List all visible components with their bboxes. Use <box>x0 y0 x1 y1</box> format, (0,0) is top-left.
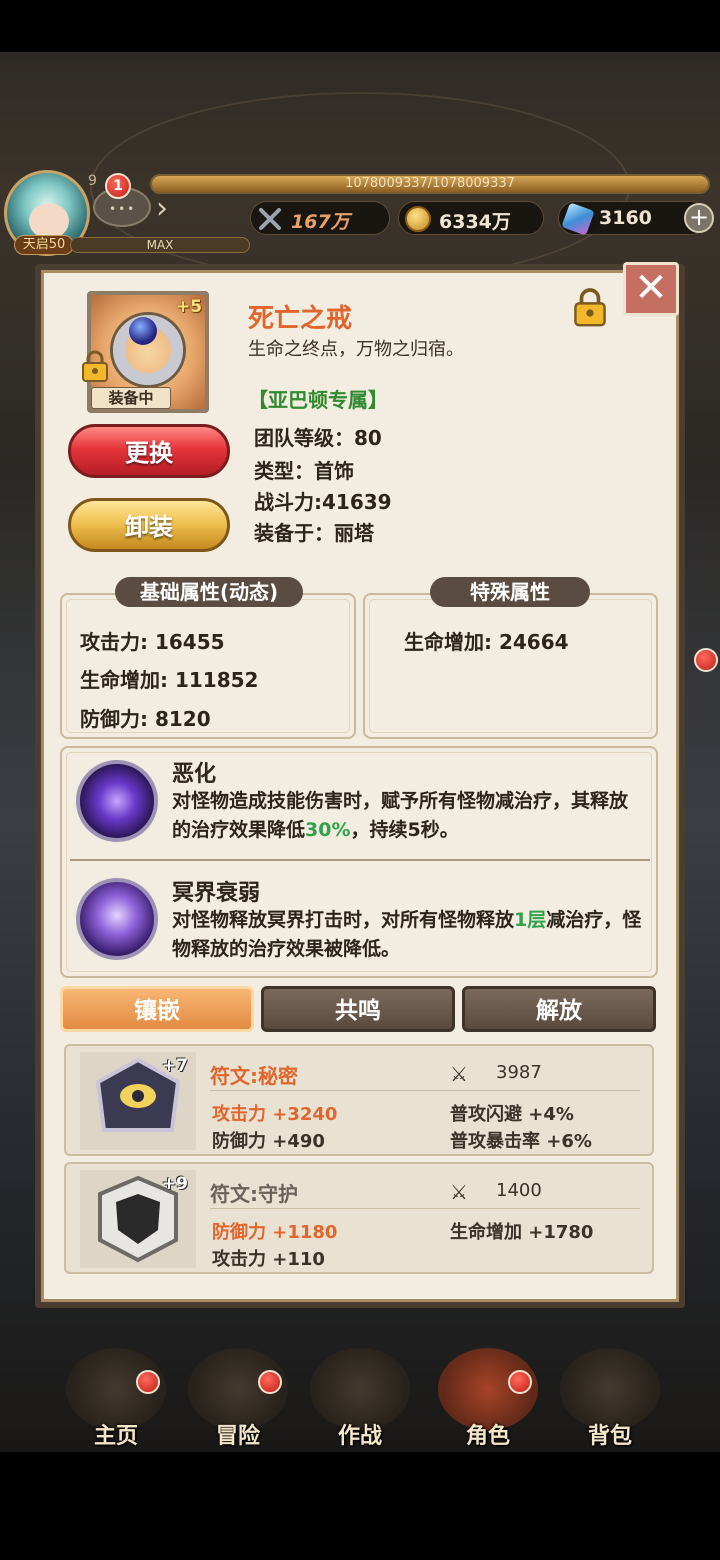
nav-home[interactable]: 主页 <box>56 1330 176 1452</box>
item-icon-frame: +5 装备中 <box>82 291 209 413</box>
vip-level: 9 <box>88 173 97 189</box>
exp-bar: 1078009337/1078009337 <box>150 174 710 194</box>
item-plus-level: +5 <box>176 297 203 317</box>
nav-label: 角色 <box>465 1424 510 1449</box>
rune-name: 符文:守护 <box>210 1182 298 1206</box>
nav-battle[interactable]: 作战 <box>300 1330 420 1452</box>
rune-power: 1400 <box>496 1180 542 1201</box>
notification-dot <box>136 1370 160 1394</box>
tab-resonance[interactable]: 共鸣 <box>261 986 455 1032</box>
rune-stat: 生命增加 +1780 <box>450 1222 594 1243</box>
rune-slot[interactable]: +9 符文:守护 ⚔ 1400 防御力 +1180 攻击力 +110 生命增加 … <box>64 1162 654 1274</box>
status-bar-area <box>0 0 720 52</box>
tab-liberate[interactable]: 解放 <box>462 986 656 1032</box>
combat-power-value: 167万 <box>291 211 350 233</box>
crossed-swords-icon: ⚔ <box>450 1062 468 1086</box>
stat-defense: 防御力: 8120 <box>80 707 211 731</box>
ring-gem-icon <box>129 317 157 345</box>
max-level-bar: MAX <box>70 237 250 253</box>
vortex-skill-icon <box>76 760 158 842</box>
add-gems-button[interactable]: + <box>684 203 714 233</box>
gold-value: 6334万 <box>439 211 511 233</box>
nav-label: 背包 <box>587 1424 632 1449</box>
skull-skill-icon <box>76 878 158 960</box>
skill-description: 对怪物释放冥界打击时，对所有怪物释放1层减治疗，怪物释放的治疗效果被降低。 <box>172 909 642 960</box>
rune-plus-level: +9 <box>161 1174 188 1194</box>
nav-adventure[interactable]: 冒险 <box>178 1330 298 1452</box>
top-hud: 天启50 9 1078009337/1078009337 ••• 1 › MAX… <box>0 165 720 265</box>
rune-plus-level: +7 <box>161 1056 188 1076</box>
skill-divider <box>70 859 650 861</box>
nav-label: 作战 <box>337 1424 382 1449</box>
crossed-swords-icon <box>257 206 283 232</box>
team-level: 团队等级：80 <box>254 426 382 450</box>
skill-name: 冥界衰弱 <box>172 881 261 906</box>
rune-stat: 防御力 +1180 <box>212 1222 338 1243</box>
rune-power: 3987 <box>496 1062 542 1083</box>
bottom-navigation: 主页 冒险 作战 角色 背包 <box>0 1330 720 1452</box>
tab-inlay[interactable]: 镶嵌 <box>60 986 254 1032</box>
lock-icon <box>81 350 109 382</box>
item-description: 生命之终点，万物之归宿。 <box>248 339 464 360</box>
diamond-gem-icon <box>561 202 595 236</box>
rune-icon-box: +9 <box>80 1170 196 1268</box>
game-screen: 天启50 9 1078009337/1078009337 ••• 1 › MAX… <box>0 0 720 1560</box>
item-combat-power: 战斗力:41639 <box>254 490 392 514</box>
max-label: MAX <box>146 238 174 252</box>
stat-hp: 生命增加: 111852 <box>80 668 259 692</box>
nav-bag[interactable]: 背包 <box>550 1330 670 1452</box>
rune-divider <box>210 1090 640 1091</box>
stat-attack: 攻击力: 16455 <box>80 630 225 654</box>
rune-divider <box>210 1208 640 1209</box>
special-stat-hp: 生命增加: 24664 <box>404 630 569 654</box>
rune-name: 符文:秘密 <box>210 1064 298 1088</box>
rune-icon-box: +7 <box>80 1052 196 1150</box>
unequip-button[interactable]: 卸装 <box>68 498 230 552</box>
side-notification-dot <box>694 648 718 672</box>
rune-stat: 防御力 +490 <box>212 1131 325 1152</box>
item-type: 类型：首饰 <box>254 459 354 483</box>
combat-power-display: 167万 <box>250 201 390 235</box>
rune-stat: 攻击力 +3240 <box>212 1104 338 1125</box>
avatar-face <box>29 203 69 239</box>
equipped-by: 装备于：丽塔 <box>254 521 374 545</box>
bottom-black-area <box>0 1452 720 1560</box>
crossed-swords-icon: ⚔ <box>450 1180 468 1204</box>
gold-display: 6334万 <box>398 201 544 235</box>
rune-stat: 攻击力 +110 <box>212 1249 325 1270</box>
base-attributes-title: 基础属性(动态) <box>115 577 303 607</box>
special-attributes-box <box>363 593 658 739</box>
nav-label: 主页 <box>93 1424 138 1449</box>
exclusive-label: 【亚巴顿专属】 <box>248 388 388 412</box>
player-level-tag: 天启50 <box>14 235 74 255</box>
item-lock-toggle-icon[interactable] <box>573 287 607 327</box>
nav-label: 冒险 <box>215 1424 260 1449</box>
rune-stat: 普攻暴击率 +6% <box>450 1131 592 1152</box>
equipped-tag: 装备中 <box>91 387 171 409</box>
chat-dots-icon: ••• <box>109 202 137 216</box>
gold-coin-icon <box>405 206 431 232</box>
chevron-right-icon[interactable]: › <box>156 191 168 226</box>
replace-button[interactable]: 更换 <box>68 424 230 478</box>
rune-stat: 普攻闪避 +4% <box>450 1104 574 1125</box>
exp-text: 1078009337/1078009337 <box>345 176 515 191</box>
nav-character[interactable]: 角色 <box>428 1330 548 1452</box>
special-attributes-title: 特殊属性 <box>430 577 590 607</box>
close-button[interactable]: ✕ <box>623 262 679 316</box>
gem-value: 3160 <box>599 207 652 229</box>
notification-dot <box>508 1370 532 1394</box>
skill-name: 恶化 <box>172 762 217 787</box>
notification-dot <box>258 1370 282 1394</box>
chat-notification-badge: 1 <box>105 173 131 199</box>
rune-slot[interactable]: +7 符文:秘密 ⚔ 3987 攻击力 +3240 防御力 +490 普攻闪避 … <box>64 1044 654 1156</box>
item-name: 死亡之戒 <box>248 304 353 334</box>
skill-description: 对怪物造成技能伤害时，赋予所有怪物减治疗，其释放的治疗效果降低30%，持续5秒。 <box>172 790 629 841</box>
